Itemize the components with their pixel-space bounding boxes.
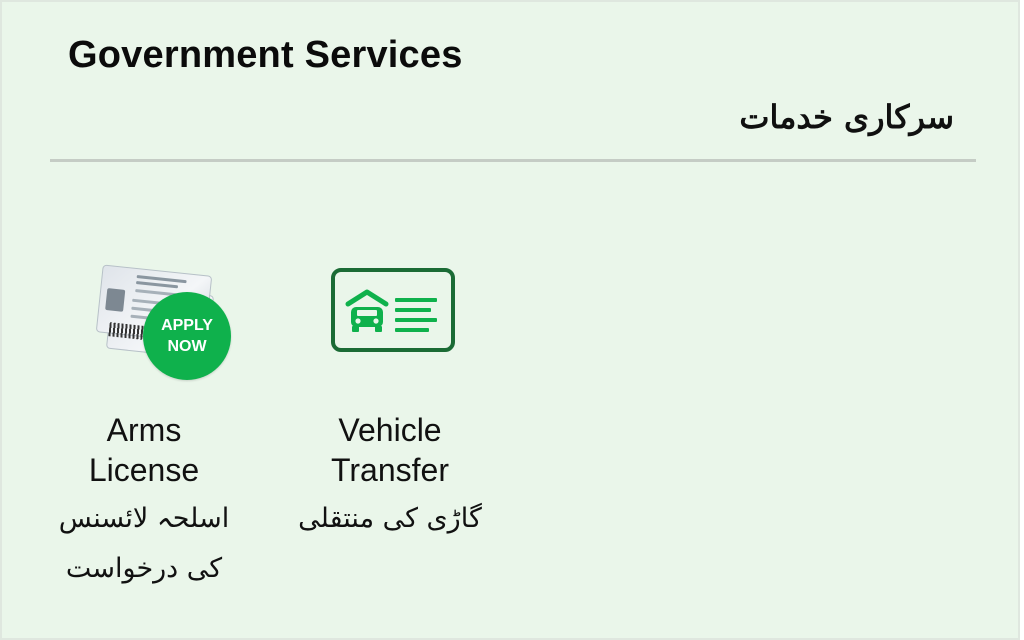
service-tile-vehicle-transfer[interactable]: Vehicle Transfer گاڑی کی منتقلی	[290, 260, 490, 544]
government-services-card: Government Services سرکاری خدمات APPLY N…	[0, 0, 1020, 640]
apply-badge-line1: APPLY	[161, 317, 213, 334]
header-divider	[50, 159, 976, 162]
apply-badge-line2: NOW	[167, 338, 207, 355]
page-title-urdu: سرکاری خدمات	[739, 98, 954, 136]
service-tile-arms-license[interactable]: APPLY NOW Arms License اسلحہ لائسنس کی د…	[44, 260, 244, 594]
page-title: Government Services	[68, 34, 463, 76]
service-label-en-line2: License	[88, 452, 200, 488]
service-label-en-line2: Transfer	[331, 452, 449, 488]
license-photo	[105, 288, 126, 312]
service-label-ur: اسلحہ لائسنس کی درخواست	[44, 494, 244, 594]
vehicle-registration-card-icon	[331, 268, 455, 352]
arms-license-card-icon: APPLY NOW	[69, 260, 231, 390]
service-label-ur-line2: کی درخواست	[65, 553, 223, 584]
service-label-ur-line1: اسلحہ لائسنس	[58, 503, 230, 534]
service-label-ur: گاڑی کی منتقلی	[290, 494, 490, 544]
service-label-en-line1: Vehicle	[338, 412, 442, 448]
apply-now-badge[interactable]: APPLY NOW	[143, 292, 231, 380]
service-label-en: Arms License	[44, 410, 244, 490]
service-label-ur-line1: گاڑی کی منتقلی	[298, 503, 482, 534]
vehicle-transfer-icon	[315, 260, 465, 390]
service-label-en: Vehicle Transfer	[290, 410, 490, 490]
service-label-en-line1: Arms	[106, 412, 182, 448]
